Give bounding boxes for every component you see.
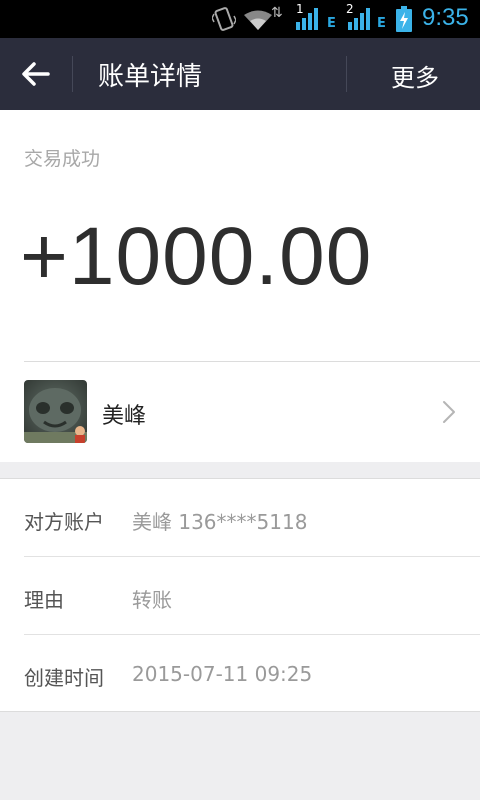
title-bar: 账单详情 更多 <box>0 38 480 110</box>
status-bar: ⇅ 1 E 2 E 9:35 <box>0 0 480 38</box>
transaction-status: 交易成功 <box>24 148 101 170</box>
detail-row-account: 对方账户 美峰 136****5118 <box>0 479 480 557</box>
detail-label: 创建时间 <box>24 666 104 690</box>
status-time: 9:35 <box>422 4 469 31</box>
transaction-details-card: 对方账户 美峰 136****5118 理由 转账 创建时间 2015-07-1… <box>0 478 480 712</box>
chevron-right-icon <box>443 401 455 423</box>
detail-row-created-time: 创建时间 2015-07-11 09:25 <box>0 635 480 713</box>
more-label: 更多 <box>391 64 439 92</box>
network-type-2: E <box>377 16 386 31</box>
battery-charging-icon <box>396 6 412 32</box>
wifi-icon <box>244 10 272 30</box>
avatar-image <box>24 388 87 443</box>
detail-label: 对方账户 <box>24 510 104 534</box>
contact-name: 美峰 <box>102 404 147 429</box>
vibrate-icon <box>212 7 236 31</box>
more-button[interactable]: 更多 <box>347 38 480 110</box>
signal-icon <box>348 8 370 30</box>
detail-row-reason: 理由 转账 <box>0 557 480 635</box>
signal-icon <box>296 8 318 30</box>
transaction-summary-card: 交易成功 +1000.00 美峰 <box>0 110 480 462</box>
contact-row[interactable]: 美峰 <box>0 362 480 462</box>
data-arrows-icon: ⇅ <box>271 5 283 21</box>
transaction-amount: +1000.00 <box>20 211 373 302</box>
avatar <box>24 380 87 443</box>
title-divider <box>72 56 73 92</box>
network-type-1: E <box>327 16 336 31</box>
detail-value: 2015-07-11 09:25 <box>132 662 313 686</box>
detail-value: 美峰 136****5118 <box>132 510 308 534</box>
arrow-left-icon <box>22 62 50 86</box>
page-title: 账单详情 <box>98 62 203 92</box>
back-button[interactable] <box>0 38 72 110</box>
detail-value: 转账 <box>132 588 172 612</box>
detail-label: 理由 <box>24 588 64 612</box>
